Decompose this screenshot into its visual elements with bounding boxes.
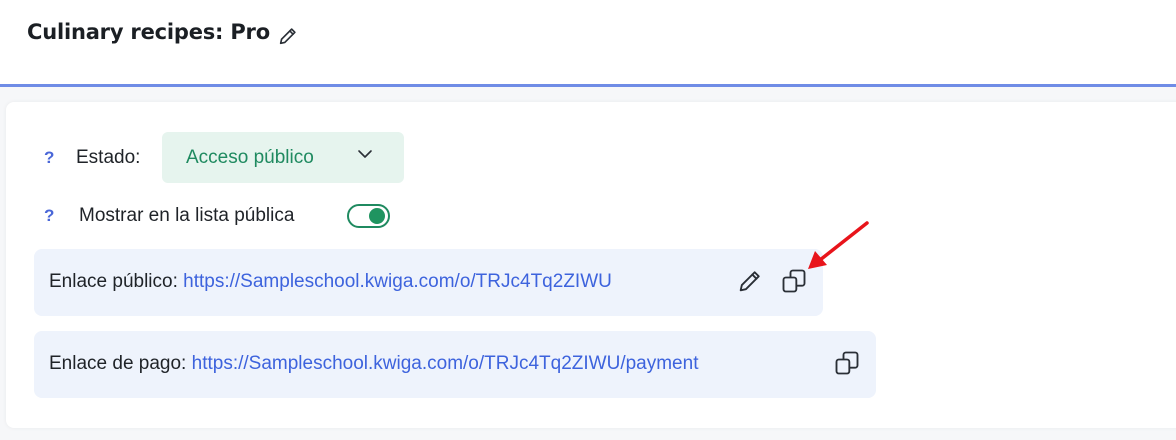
- chevron-down-icon: [358, 150, 372, 158]
- red-arrow-annotation: [808, 221, 869, 269]
- edit-link-pencil-icon[interactable]: [736, 267, 764, 295]
- payment-link-box: Enlace de pago: https://Sampleschool.kwi…: [34, 331, 876, 398]
- status-label: Estado:: [76, 147, 141, 168]
- public-link-box: Enlace público: https://Sampleschool.kwi…: [34, 249, 823, 316]
- toggle-knob: [369, 208, 385, 224]
- public-link-row: Enlace público: https://Sampleschool.kwi…: [49, 271, 612, 293]
- status-select[interactable]: Acceso público: [162, 132, 404, 183]
- status-select-value: Acceso público: [186, 147, 314, 168]
- public-list-label: Mostrar en la lista pública: [79, 205, 295, 226]
- payment-link-url[interactable]: https://Sampleschool.kwiga.com/o/TRJc4Tq…: [192, 353, 699, 374]
- page-title: Culinary recipes: Pro: [27, 20, 270, 44]
- page-header: Culinary recipes: Pro: [0, 0, 1176, 87]
- payment-link-row: Enlace de pago: https://Sampleschool.kwi…: [49, 353, 698, 375]
- public-link-label: Enlace público:: [49, 271, 178, 292]
- public-link-url[interactable]: https://Sampleschool.kwiga.com/o/TRJc4Tq…: [183, 271, 612, 292]
- edit-title-pencil-icon[interactable]: [277, 25, 299, 47]
- public-list-toggle[interactable]: [347, 204, 390, 228]
- public-list-help-icon[interactable]: ?: [44, 206, 54, 226]
- copy-payment-link-icon[interactable]: [833, 349, 861, 377]
- status-help-icon[interactable]: ?: [44, 148, 54, 168]
- payment-link-label: Enlace de pago:: [49, 353, 187, 374]
